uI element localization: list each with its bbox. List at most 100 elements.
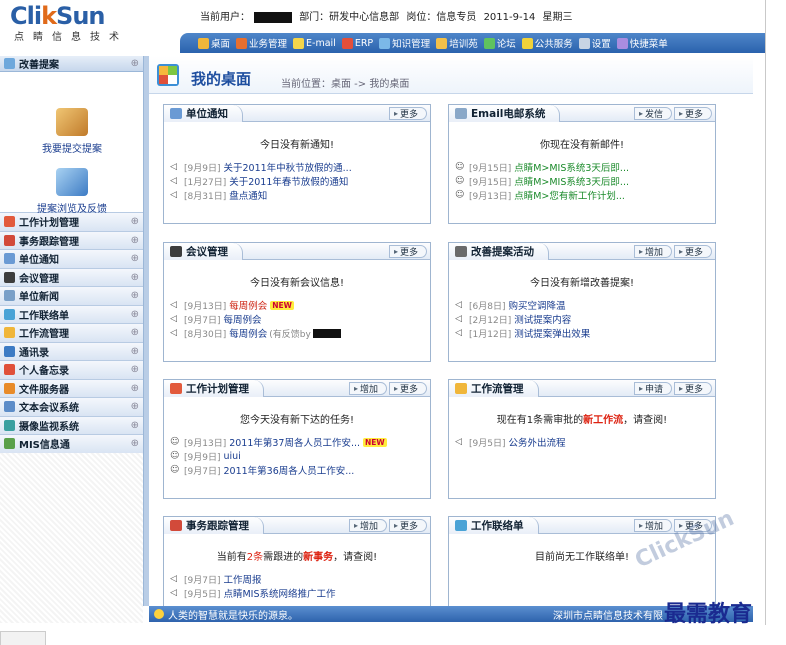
nav-item-0[interactable]: 桌面 <box>198 36 230 50</box>
list-item[interactable]: ☺ [9月7日] 2011年第36周各人员工作安... <box>170 463 430 477</box>
expand-icon[interactable]: ⊕ <box>131 309 139 320</box>
list-item[interactable]: ◁ [9月5日] 公务外出流程 <box>455 435 715 449</box>
panel-tab[interactable]: 工作联络单 <box>449 516 539 534</box>
expand-icon[interactable]: ⊕ <box>131 235 139 246</box>
sidebar-section-header[interactable]: 改善提案 ⊕ <box>0 56 143 72</box>
expand-icon[interactable]: ⊕ <box>131 290 139 301</box>
list-item[interactable]: ◁ [8月31日] 盘点通知 <box>170 188 430 202</box>
browse-proposal-link[interactable]: 提案浏览及反馈 <box>0 168 144 215</box>
nav-item-7[interactable]: 公共服务 <box>521 36 573 50</box>
sidebar-item-4[interactable]: 单位新闻 ⊕ <box>0 286 143 305</box>
item-link[interactable]: 2011年第36周各人员工作安... <box>223 463 354 477</box>
panel-action-button[interactable]: 更多 <box>388 518 427 532</box>
panel-tab[interactable]: Email电邮系统 <box>449 104 561 122</box>
panel-tab[interactable]: 改善提案活动 <box>449 242 549 260</box>
panel-tab[interactable]: 工作计划管理 <box>164 379 264 397</box>
list-item[interactable]: ◁ [6月8日] 购买空调降温 <box>455 298 715 312</box>
item-link[interactable]: 盘点通知 <box>229 188 267 202</box>
panel-action-button[interactable]: 发信 <box>633 106 672 120</box>
sidebar-item-12[interactable]: MIS信息通 ⊕ <box>0 434 143 453</box>
nav-item-4[interactable]: 知识管理 <box>379 36 430 50</box>
expand-icon[interactable]: ⊕ <box>131 272 139 283</box>
item-link[interactable]: 点睛M>MIS系统3天后即... <box>514 160 629 174</box>
panel-action-button[interactable]: 更多 <box>388 244 427 258</box>
nav-item-1[interactable]: 业务管理 <box>236 36 287 50</box>
item-link[interactable]: 工作周报 <box>223 572 261 586</box>
panel-tab[interactable]: 单位通知 <box>164 104 243 122</box>
item-link[interactable]: 每周例会 <box>223 312 261 326</box>
item-link[interactable]: 测试提案内容 <box>514 312 571 326</box>
expand-icon[interactable]: ⊕ <box>131 216 139 227</box>
expand-icon[interactable]: ⊕ <box>131 401 139 412</box>
sidebar-item-9[interactable]: 文件服务器 ⊕ <box>0 378 143 397</box>
sidebar-item-2[interactable]: 单位通知 ⊕ <box>0 249 143 268</box>
sidebar-item-10[interactable]: 文本会议系统 ⊕ <box>0 397 143 416</box>
panel-body: 今日没有新增改善提案! ◁ [6月8日] 购买空调降温 ◁ [2月12日] 测试提案内容 ◁ [… <box>449 260 715 340</box>
panel-action-button[interactable]: 更多 <box>673 381 712 395</box>
sidebar-item-6[interactable]: 工作流管理 ⊕ <box>0 323 143 342</box>
sidebar-item-5[interactable]: 工作联络单 ⊕ <box>0 304 143 323</box>
item-link[interactable]: 点睛M>您有新工作计划... <box>514 188 625 202</box>
panel-action-button[interactable]: 更多 <box>673 106 712 120</box>
list-item[interactable]: ◁ [2月12日] 测试提案内容 <box>455 312 715 326</box>
item-link[interactable]: uiui <box>223 451 240 462</box>
menu-item-icon <box>4 216 15 228</box>
list-item[interactable]: ◁ [9月7日] 工作周报 <box>170 572 430 586</box>
list-item[interactable]: ◁ [9月7日] 每周例会 <box>170 312 430 326</box>
list-item[interactable]: ◁ [1月27日] 关于2011年春节放假的通知 <box>170 174 430 188</box>
expand-icon[interactable]: ⊕ <box>131 327 139 338</box>
sidebar-item-1[interactable]: 事务跟踪管理 ⊕ <box>0 230 143 249</box>
item-link[interactable]: 公务外出流程 <box>508 435 565 449</box>
taskbar-tab[interactable] <box>0 631 46 645</box>
panel-tab[interactable]: 事务跟踪管理 <box>164 516 264 534</box>
list-item[interactable]: ☺ [9月15日] 点睛M>MIS系统3天后即... <box>455 160 715 174</box>
sidebar-item-3[interactable]: 会议管理 ⊕ <box>0 267 143 286</box>
submit-proposal-link[interactable]: 我要提交提案 <box>0 108 144 155</box>
item-link[interactable]: 购买空调降温 <box>508 298 565 312</box>
nav-item-6[interactable]: 论坛 <box>483 36 516 50</box>
item-link[interactable]: 关于2011年春节放假的通知 <box>229 174 348 188</box>
list-item[interactable]: ☺ [9月9日] uiui <box>170 449 430 463</box>
expand-icon[interactable]: ⊕ <box>131 364 139 375</box>
panel-action-button[interactable]: 增加 <box>348 381 387 395</box>
item-link[interactable]: 点睛MIS系统网络推广工作 <box>223 586 335 600</box>
list-item[interactable]: ◁ [9月13日] 每周例会 NEW <box>170 298 430 312</box>
item-link[interactable]: 2011年第37周各人员工作安... <box>229 435 360 449</box>
item-link[interactable]: 每周例会 <box>229 298 267 312</box>
expand-icon[interactable]: ⊕ <box>131 438 139 449</box>
nav-item-9[interactable]: 快捷菜单 <box>616 36 668 50</box>
brand-logo[interactable]: ClikSun 点睛信息技术 <box>10 2 140 44</box>
list-item[interactable]: ◁ [1月12日] 测试提案弹出效果 <box>455 326 715 340</box>
nav-item-2[interactable]: E-mail <box>293 37 336 49</box>
list-item[interactable]: ◁ [9月9日] 关于2011年中秋节放假的通... <box>170 160 430 174</box>
panel-tab[interactable]: 会议管理 <box>164 242 243 260</box>
item-link[interactable]: 点睛M>MIS系统3天后即... <box>514 174 629 188</box>
expand-icon[interactable]: ⊕ <box>131 346 139 357</box>
sidebar-item-7[interactable]: 通讯录 ⊕ <box>0 341 143 360</box>
panel-tab[interactable]: 工作流管理 <box>449 379 539 397</box>
expand-icon[interactable]: ⊕ <box>131 420 139 431</box>
list-item[interactable]: ☺ [9月15日] 点睛M>MIS系统3天后即... <box>455 174 715 188</box>
item-link[interactable]: 关于2011年中秋节放假的通... <box>223 160 351 174</box>
panel-action-button[interactable]: 增加 <box>633 518 672 532</box>
nav-item-8[interactable]: 设置 <box>578 36 611 50</box>
panel-action-button[interactable]: 更多 <box>388 106 427 120</box>
sidebar-item-11[interactable]: 摄像监视系统 ⊕ <box>0 415 143 434</box>
panel-action-button[interactable]: 申请 <box>633 381 672 395</box>
item-link[interactable]: 每周例会 <box>229 326 267 340</box>
panel-action-button[interactable]: 增加 <box>348 518 387 532</box>
list-item[interactable]: ◁ [8月30日] 每周例会 (有反馈by <box>170 326 430 340</box>
list-item[interactable]: ◁ [9月5日] 点睛MIS系统网络推广工作 <box>170 586 430 600</box>
item-link[interactable]: 测试提案弹出效果 <box>514 326 590 340</box>
panel-action-button[interactable]: 增加 <box>633 244 672 258</box>
expand-icon[interactable]: ⊕ <box>131 253 139 264</box>
panel-action-button[interactable]: 更多 <box>388 381 427 395</box>
nav-item-5[interactable]: 培训苑 <box>436 36 478 50</box>
list-item[interactable]: ☺ [9月13日] 点睛M>您有新工作计划... <box>455 188 715 202</box>
panel-action-button[interactable]: 更多 <box>673 244 712 258</box>
nav-item-3[interactable]: ERP <box>341 37 373 49</box>
sidebar-item-8[interactable]: 个人备忘录 ⊕ <box>0 360 143 379</box>
expand-icon[interactable]: ⊕ <box>131 58 139 69</box>
list-item[interactable]: ☺ [9月13日] 2011年第37周各人员工作安... NEW <box>170 435 430 449</box>
expand-icon[interactable]: ⊕ <box>131 383 139 394</box>
